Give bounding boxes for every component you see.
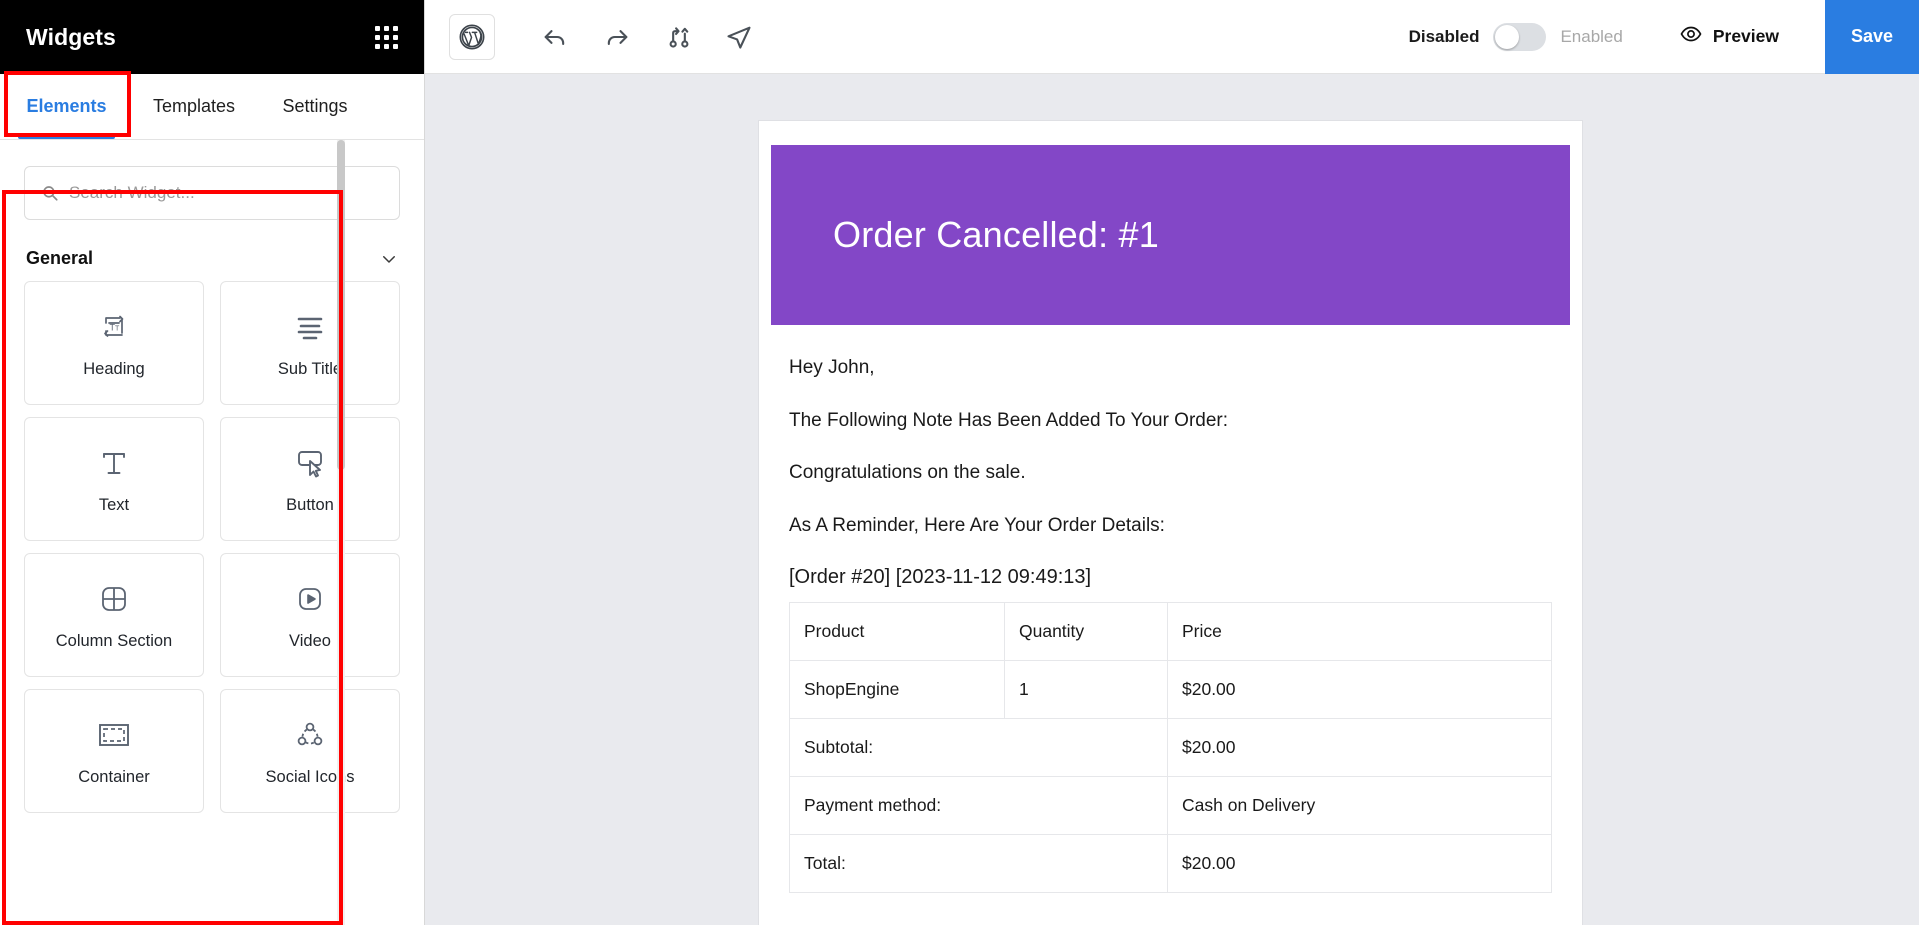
- sidebar-panel-body: Search Widget... General T T Heading Sub…: [0, 140, 424, 925]
- toggle-label-enabled: Enabled: [1560, 26, 1623, 46]
- cell-total-value: $20.00: [1167, 833, 1552, 893]
- container-dashed-icon: [96, 716, 132, 754]
- undo-arrow-icon[interactable]: [531, 14, 579, 60]
- toolbar-right-group: Disabled Enabled Preview Save: [1409, 0, 1919, 74]
- sidebar-tabs: Elements Templates Settings: [0, 74, 424, 140]
- cell-product-price: $20.00: [1167, 659, 1552, 719]
- email-body: Hey John, The Following Note Has Been Ad…: [759, 325, 1582, 893]
- table-row-total: Total: $20.00: [789, 833, 1552, 893]
- email-paragraph: Hey John,: [789, 357, 875, 378]
- enable-toggle-group: Disabled Enabled: [1408, 22, 1623, 51]
- cell-product-quantity: 1: [1004, 659, 1168, 719]
- video-play-icon: [294, 580, 326, 618]
- sub-title-lines-icon: [294, 308, 326, 346]
- cell-total-label: Total:: [789, 833, 1168, 893]
- sidebar-scrollbar-thumb[interactable]: [337, 140, 345, 470]
- page-title: Widgets: [26, 23, 116, 50]
- toggle-label-disabled: Disabled: [1408, 26, 1480, 46]
- widget-label: Heading: [83, 359, 145, 378]
- chevron-down-icon[interactable]: [380, 250, 398, 268]
- enable-toggle[interactable]: [1493, 22, 1547, 51]
- email-banner[interactable]: Order Cancelled: #1: [771, 145, 1570, 325]
- toggle-knob: [1495, 24, 1520, 49]
- tab-elements[interactable]: Elements: [0, 74, 133, 139]
- widget-label: Video: [289, 631, 331, 650]
- widget-label: Container: [78, 767, 150, 786]
- widget-card-button[interactable]: Button: [220, 417, 400, 541]
- text-t-icon: [97, 444, 131, 482]
- preview-label: Preview: [1712, 26, 1779, 46]
- widget-label: Text: [98, 495, 130, 514]
- editor-toolbar: Disabled Enabled Preview Save: [425, 0, 1919, 74]
- column-header-product: Product: [789, 601, 1005, 661]
- table-row-subtotal: Subtotal: $20.00: [789, 717, 1552, 777]
- editor-canvas: Order Cancelled: #1 Hey John, The Follow…: [425, 74, 1919, 925]
- preview-button[interactable]: Preview: [1679, 22, 1779, 51]
- cell-payment-method-label: Payment method:: [789, 775, 1168, 835]
- email-paragraph: The Following Note Has Been Added To You…: [789, 409, 1229, 431]
- widget-label: Column Section: [55, 631, 173, 650]
- heading-text-icon: T T: [98, 308, 130, 346]
- widget-card-container[interactable]: Container: [24, 689, 204, 813]
- send-plane-icon[interactable]: [715, 14, 763, 60]
- column-header-quantity: Quantity: [1004, 601, 1168, 661]
- cell-product-name: ShopEngine: [789, 659, 1005, 719]
- order-reference-line: [Order #20] [2023-11-12 09:49:13]: [789, 565, 1092, 588]
- cell-subtotal-value: $20.00: [1167, 717, 1552, 777]
- order-details-table: Product Quantity Price ShopEngine 1 $20.…: [789, 601, 1552, 893]
- revisions-branch-icon[interactable]: [655, 14, 703, 60]
- email-document: Order Cancelled: #1 Hey John, The Follow…: [759, 121, 1582, 925]
- redo-arrow-icon[interactable]: [593, 14, 641, 60]
- table-header-row: Product Quantity Price: [789, 601, 1552, 661]
- email-paragraph: Congratulations on the sale.: [789, 462, 1026, 484]
- widget-card-sub-title[interactable]: Sub Title: [220, 281, 400, 405]
- email-paragraph: As A Reminder, Here Are Your Order Detai…: [789, 514, 1165, 536]
- search-icon: [41, 184, 59, 202]
- column-grid-icon: [98, 580, 130, 618]
- eye-icon: [1679, 22, 1703, 51]
- sidebar-scrollbar[interactable]: [337, 140, 345, 925]
- table-row: ShopEngine 1 $20.00: [789, 659, 1552, 719]
- widget-card-column-section[interactable]: Column Section: [24, 553, 204, 677]
- app-root: Widgets Elements Templates Settings Sear…: [0, 0, 1919, 925]
- sidebar-header: Widgets: [0, 0, 424, 74]
- tab-templates[interactable]: Templates: [133, 74, 255, 139]
- widget-section-general: General T T Heading Sub Title Text Butto…: [0, 232, 424, 823]
- button-cursor-icon: [293, 444, 327, 482]
- tab-settings[interactable]: Settings: [255, 74, 375, 139]
- section-title: General: [26, 248, 94, 268]
- save-button[interactable]: Save: [1825, 0, 1919, 74]
- search-placeholder: Search Widget...: [69, 183, 195, 202]
- widget-card-heading[interactable]: T T Heading: [24, 281, 204, 405]
- widget-label: Button: [286, 495, 334, 514]
- svg-text:T: T: [115, 325, 120, 332]
- cell-payment-method-value: Cash on Delivery: [1167, 775, 1552, 835]
- table-row-payment-method: Payment method: Cash on Delivery: [789, 775, 1552, 835]
- widget-card-video[interactable]: Video: [220, 553, 400, 677]
- apps-grid-icon[interactable]: [375, 25, 398, 49]
- widget-card-text[interactable]: Text: [24, 417, 204, 541]
- widget-card-social-icons[interactable]: Social Icons: [220, 689, 400, 813]
- cell-subtotal-label: Subtotal:: [789, 717, 1168, 777]
- search-widget-container: Search Widget...: [0, 140, 424, 232]
- column-header-price: Price: [1167, 601, 1552, 661]
- widget-label: Sub Title: [277, 359, 343, 378]
- email-banner-title: Order Cancelled: #1: [833, 214, 1159, 255]
- wordpress-icon[interactable]: [449, 13, 495, 60]
- widgets-sidebar: Widgets Elements Templates Settings Sear…: [0, 0, 425, 925]
- social-share-icon: [294, 716, 326, 754]
